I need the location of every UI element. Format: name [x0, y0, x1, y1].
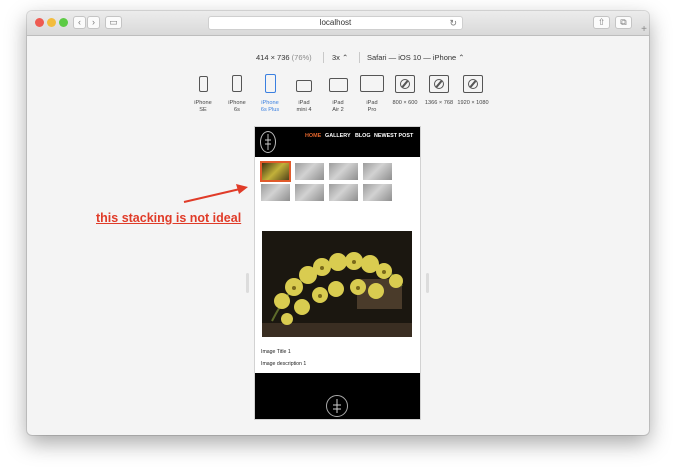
chevron-left-icon: ‹: [78, 17, 81, 27]
share-icon: ⇧: [597, 17, 606, 27]
close-window-button[interactable]: [35, 18, 44, 27]
zoom-percentage: (76%): [291, 53, 312, 62]
annotation-text: this stacking is not ideal: [96, 211, 242, 225]
nav-gallery[interactable]: GALLERY: [325, 133, 351, 139]
minimize-window-button[interactable]: [47, 18, 56, 27]
tablet-icon: [360, 75, 384, 92]
site-logo[interactable]: [260, 131, 276, 153]
annotation-arrow: [183, 184, 248, 203]
tablet-icon: [328, 78, 348, 92]
nav-blog[interactable]: BLOG: [355, 133, 371, 139]
image-title: Image Title 1: [261, 349, 291, 355]
site-footer: [255, 373, 420, 419]
device-presets: iPhone SE iPhone 6s iPhone 6s Plus iPad mini…: [27, 74, 649, 119]
sidebar-button[interactable]: ▭: [105, 16, 122, 29]
resize-handle-right[interactable]: [426, 273, 429, 293]
gallery-thumbnail[interactable]: [363, 184, 392, 201]
sidebar-icon: ▭: [109, 17, 118, 27]
logo-monogram-icon: [333, 399, 341, 413]
tabs-button[interactable]: ⧉: [615, 16, 632, 29]
responsive-design-bar: 414 × 736 (76%) 3x ⌃ Safari — iOS 10 — i…: [27, 51, 649, 65]
compass-icon: [463, 75, 483, 93]
gallery-thumbnail[interactable]: [363, 163, 392, 180]
forward-button[interactable]: ›: [87, 16, 100, 29]
device-1920x1080[interactable]: 1920 × 1080: [453, 74, 493, 119]
featured-image[interactable]: [262, 231, 412, 337]
gallery-thumbnail[interactable]: [295, 163, 324, 180]
plus-icon: +: [641, 24, 647, 35]
gallery-thumbnail[interactable]: [295, 184, 324, 201]
separator: [359, 52, 360, 63]
address-bar[interactable]: localhost ↻: [208, 16, 463, 30]
phone-icon: [198, 76, 208, 92]
tablet-icon: [296, 80, 312, 92]
phone-icon: [264, 74, 276, 93]
nav-home[interactable]: HOME: [305, 133, 321, 139]
separator: [323, 52, 324, 63]
gallery-thumbnail[interactable]: [260, 161, 291, 182]
gallery-thumbnail[interactable]: [329, 184, 358, 201]
gallery-thumbnail[interactable]: [329, 163, 358, 180]
compass-icon: [395, 75, 415, 93]
nav-newest-post[interactable]: NEWEST POST: [374, 133, 413, 139]
chevron-right-icon: ›: [92, 17, 95, 27]
device-label: 1920 × 1080: [457, 100, 489, 106]
pixel-ratio-select[interactable]: 3x ⌃: [332, 53, 348, 62]
site-header: HOME GALLERY BLOG NEWEST POST: [255, 127, 420, 157]
user-agent-select[interactable]: Safari — iOS 10 — iPhone ⌃: [367, 53, 465, 62]
back-button[interactable]: ‹: [73, 16, 86, 29]
reload-icon[interactable]: ↻: [449, 17, 457, 29]
viewport-dimensions: 414 × 736 (76%): [256, 53, 312, 62]
dimensions-text: 414 × 736: [256, 53, 290, 62]
logo-monogram-icon: [265, 134, 271, 150]
orchid-photo: [262, 231, 412, 337]
footer-logo[interactable]: [326, 395, 348, 417]
url-text: localhost: [319, 18, 352, 27]
compass-icon: [429, 75, 449, 93]
gallery-thumbnail[interactable]: [261, 184, 290, 201]
device-viewport: HOME GALLERY BLOG NEWEST POST Image Titl…: [255, 127, 420, 419]
resize-handle-left[interactable]: [246, 273, 249, 293]
tabs-icon: ⧉: [620, 17, 627, 27]
phone-icon: [232, 75, 242, 92]
new-tab-button[interactable]: +: [639, 25, 649, 35]
image-description: Image description 1: [261, 361, 307, 367]
browser-toolbar: ‹ › ▭ localhost ↻ ⇧ ⧉ +: [27, 11, 649, 36]
share-button[interactable]: ⇧: [593, 16, 610, 29]
zoom-window-button[interactable]: [59, 18, 68, 27]
